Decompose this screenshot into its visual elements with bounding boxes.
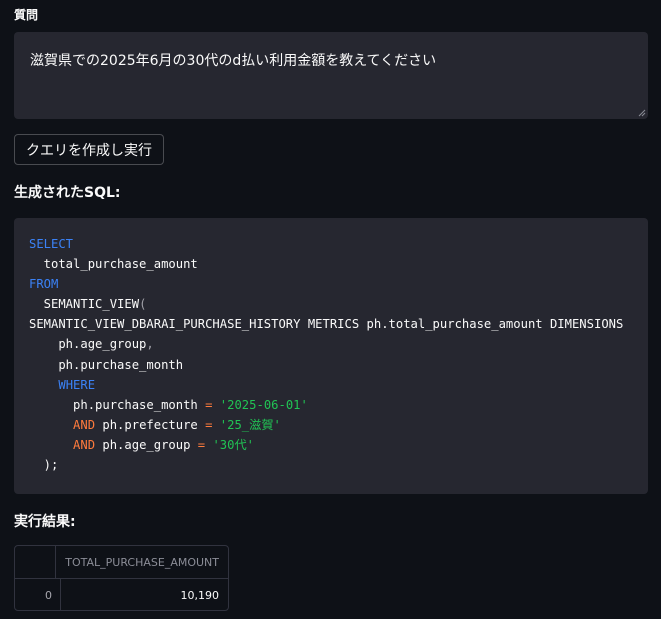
question-text: 滋賀県での2025年6月の30代のd払い利用金額を教えてください: [30, 53, 437, 69]
sql-token: ph.purchase_month: [29, 357, 184, 372]
table-header-row: TOTAL_PURCHASE_AMOUNT: [15, 546, 228, 578]
sql-code-line: ph.age_group,: [29, 334, 648, 354]
sql-token: '25_滋賀': [219, 417, 281, 432]
result-heading: 実行結果:: [14, 514, 76, 530]
sql-token: SEMANTIC_VIEW: [29, 297, 140, 312]
sql-token: WHERE: [58, 377, 96, 392]
sql-code-line: total_purchase_amount: [29, 254, 648, 274]
row-index-cell: 0: [15, 579, 61, 610]
sql-token: FROM: [29, 277, 59, 292]
sql-code-line: SEMANTIC_VIEW(: [29, 294, 648, 314]
sql-token: ph.purchase_month: [29, 397, 206, 412]
resize-grip-icon[interactable]: [638, 109, 646, 117]
result-table: TOTAL_PURCHASE_AMOUNT 0 10,190: [14, 545, 229, 611]
sql-token: SELECT: [29, 237, 74, 251]
sql-token: '2025-06-01': [219, 397, 308, 412]
question-label: 質問: [14, 8, 39, 22]
sql-code-line: SELECT: [29, 234, 648, 254]
app: 質問 滋賀県での2025年6月の30代のd払い利用金額を教えてください クエリを…: [0, 0, 661, 619]
sql-token: );: [29, 458, 59, 473]
sql-token: SEMANTIC_VIEW_DBARAI_PURCHASE_HISTORY ME…: [29, 317, 624, 332]
sql-token: (: [139, 297, 147, 312]
sql-token: '30代': [212, 437, 255, 452]
sql-token: AND: [73, 417, 96, 432]
sql-token: total_purchase_amount: [29, 257, 198, 272]
sql-code-line: FROM: [29, 274, 648, 294]
sql-code-block: SELECT total_purchase_amount FROM SEMANTI…: [14, 218, 648, 494]
total-purchase-amount-cell[interactable]: 10,190: [61, 579, 228, 610]
sql-code-line: SEMANTIC_VIEW_DBARAI_PURCHASE_HISTORY ME…: [29, 314, 648, 334]
sql-code-line: ph.purchase_month: [29, 355, 648, 375]
sql-code-line: );: [29, 455, 648, 475]
question-textarea[interactable]: 滋賀県での2025年6月の30代のd払い利用金額を教えてください: [14, 32, 648, 119]
sql-token: ph.prefecture: [95, 417, 206, 432]
table-row: 0 10,190: [15, 578, 228, 610]
sql-code-line: AND ph.age_group = '30代': [29, 435, 648, 455]
sql-code-line: WHERE: [29, 375, 648, 395]
run-query-button[interactable]: クエリを作成し実行: [14, 134, 164, 165]
sql-token: ,: [146, 337, 154, 352]
sql-code-line: ph.purchase_month = '2025-06-01': [29, 395, 648, 415]
sql-code-line: AND ph.prefecture = '25_滋賀': [29, 415, 648, 435]
sql-token: ph.age_group: [29, 337, 147, 352]
index-header-cell: [15, 546, 57, 578]
sql-token: ph.age_group: [95, 437, 198, 452]
sql-heading: 生成されたSQL:: [14, 185, 121, 201]
sql-token: AND: [73, 437, 96, 452]
column-header-total-purchase-amount[interactable]: TOTAL_PURCHASE_AMOUNT: [56, 546, 228, 578]
